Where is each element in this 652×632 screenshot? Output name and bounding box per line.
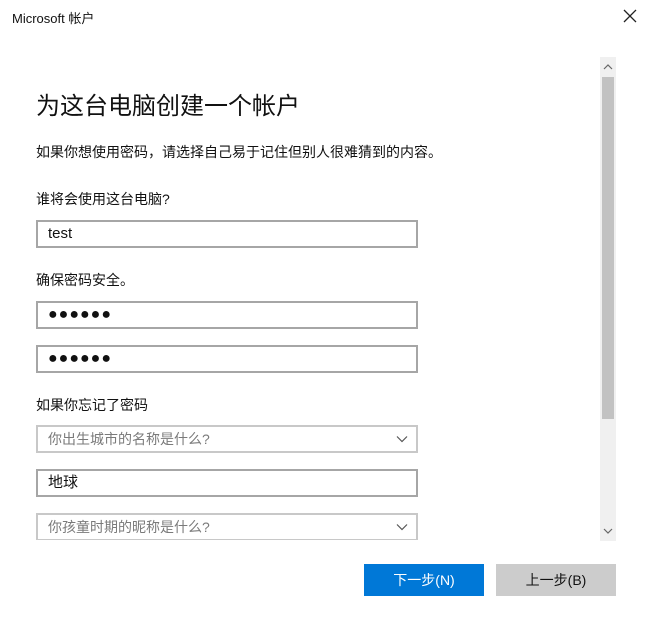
vertical-scrollbar[interactable] [600,57,616,541]
security-question-1-select[interactable]: 你出生城市的名称是什么? [36,425,418,453]
scrollbar-thumb[interactable] [602,77,614,419]
scroll-up-arrow-icon[interactable] [603,62,613,72]
back-button[interactable]: 上一步(B) [496,564,616,596]
chevron-down-icon [396,436,408,443]
form-content: 为这台电脑创建一个帐户 如果你想使用密码，请选择自己易于记住但别人很难猜到的内容… [0,56,600,540]
scroll-down-arrow-icon[interactable] [603,526,613,536]
security-answer-1-input[interactable]: 地球 [36,469,418,497]
password-label: 确保密码安全。 [36,272,134,288]
page-description: 如果你想使用密码，请选择自己易于记住但别人很难猜到的内容。 [36,144,442,160]
username-input[interactable]: test [36,220,418,248]
close-icon[interactable] [622,8,638,24]
title-bar: Microsoft 帐户 [0,0,652,32]
window-title: Microsoft 帐户 [12,11,95,26]
security-question-2-text: 你孩童时期的昵称是什么? [48,519,210,535]
security-question-1-text: 你出生城市的名称是什么? [48,431,210,447]
forgot-password-label: 如果你忘记了密码 [36,397,148,413]
next-button[interactable]: 下一步(N) [364,564,484,596]
user-label: 谁将会使用这台电脑? [36,191,170,207]
page-title: 为这台电脑创建一个帐户 [36,93,300,120]
confirm-password-input[interactable]: ●●●●●● [36,345,418,373]
chevron-down-icon [396,524,408,531]
security-question-2-select[interactable]: 你孩童时期的昵称是什么? [36,513,418,540]
password-input[interactable]: ●●●●●● [36,301,418,329]
